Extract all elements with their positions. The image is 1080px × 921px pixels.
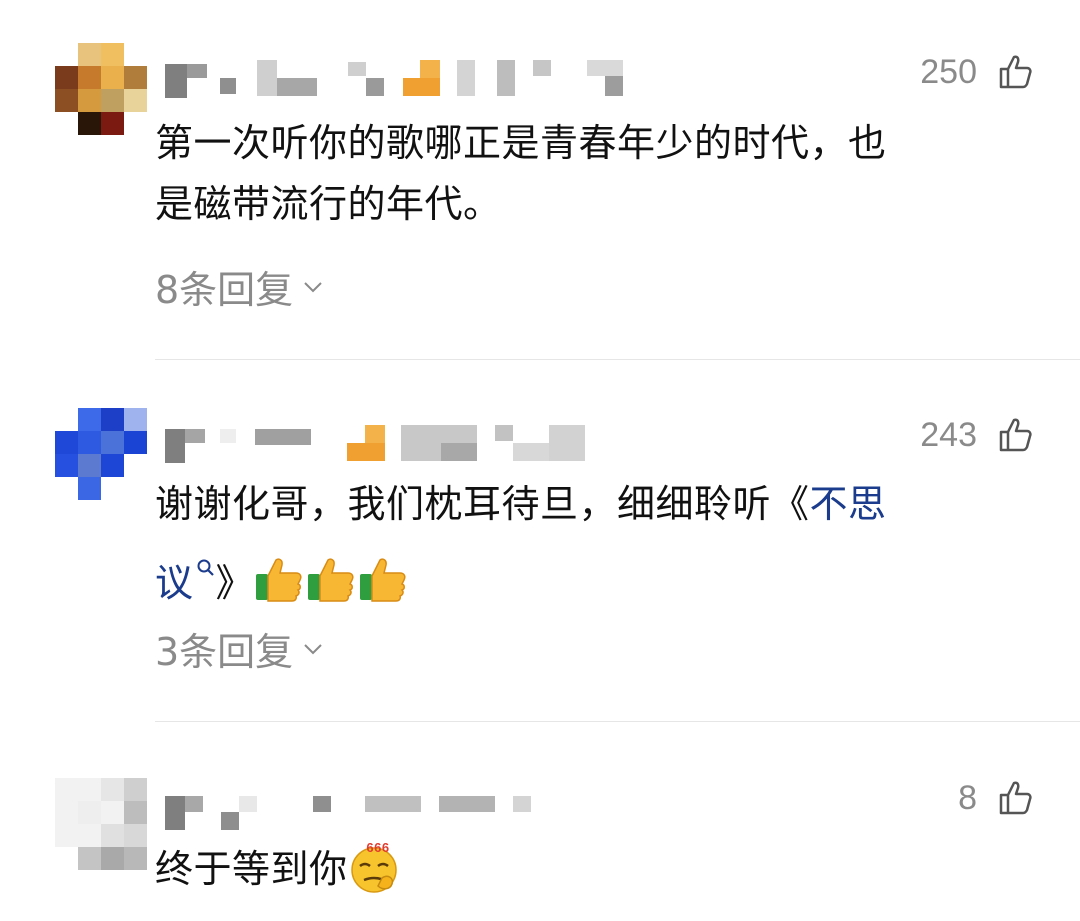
comment-text-line: 谢谢化哥，我们枕耳待旦，细细聆听《不思 [155, 474, 1035, 535]
thumbs-up-outline-icon[interactable] [995, 415, 1035, 455]
topic-link[interactable]: 议 [155, 561, 194, 605]
view-replies-button[interactable]: 8条回复 [155, 261, 325, 312]
chevron-down-icon [293, 626, 325, 670]
comment-text: 终于等到你 666 [155, 838, 1035, 900]
view-replies-button[interactable]: 3条回复 [155, 623, 325, 674]
like-control[interactable]: 243 [920, 415, 1035, 455]
username-redacted[interactable] [165, 792, 635, 832]
comment-text: 谢谢化哥，我们枕耳待旦，细细聆听《不思 议》 [155, 474, 1035, 614]
like-control[interactable]: 250 [920, 52, 1035, 92]
divider [155, 359, 1080, 360]
comment-text-plain: 谢谢化哥，我们枕耳待旦，细细聆听《 [155, 482, 810, 526]
like-count: 243 [920, 415, 977, 454]
divider [155, 721, 1080, 722]
like-control[interactable]: 8 [958, 778, 1035, 818]
666-emoji: 666 [348, 838, 404, 894]
comment-feed: 250 第一次听你的歌哪正是青春年少的时代，也 是磁带流行的年代。 8条回复 2… [0, 0, 1080, 921]
comment-text-plain: 终于等到你 [155, 847, 348, 891]
emoji-label: 666 [366, 840, 389, 855]
like-count: 8 [958, 778, 977, 817]
username-redacted[interactable] [165, 58, 635, 98]
search-icon[interactable] [196, 535, 216, 596]
thumbs-up-outline-icon[interactable] [995, 778, 1035, 818]
username-redacted[interactable] [165, 423, 635, 463]
replies-count-label: 8条回复 [155, 267, 294, 312]
comment-text-line: 议》 [155, 535, 1035, 614]
thumbs-up-outline-icon[interactable] [995, 52, 1035, 92]
comment-text-line: 第一次听你的歌哪正是青春年少的时代，也 [155, 121, 887, 165]
comment-text: 第一次听你的歌哪正是青春年少的时代，也 是磁带流行的年代。 [155, 113, 1035, 235]
chevron-down-icon [293, 264, 325, 308]
avatar[interactable] [55, 43, 147, 135]
avatar[interactable] [55, 408, 147, 500]
like-count: 250 [920, 52, 977, 91]
thumbs-up-emoji [306, 554, 356, 604]
comment-text-line: 是磁带流行的年代。 [155, 182, 502, 226]
avatar[interactable] [55, 778, 147, 870]
thumbs-up-emoji [254, 554, 304, 604]
thumbs-up-emoji [358, 554, 408, 604]
replies-count-label: 3条回复 [155, 629, 294, 674]
topic-link[interactable]: 不思 [810, 482, 887, 526]
comment-text-plain: 》 [215, 561, 255, 605]
